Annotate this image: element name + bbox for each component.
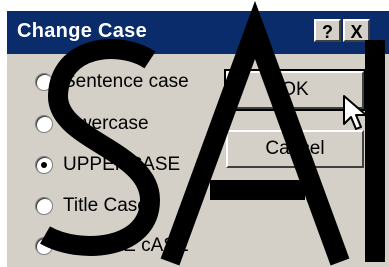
- dialog-title: Change Case: [17, 20, 148, 42]
- radio-toggle-case[interactable]: [35, 237, 53, 255]
- option-label: lowercase: [63, 113, 149, 134]
- dialog-body: Sentence case lowercase UPPERCASE Title …: [7, 54, 389, 267]
- option-label: tOGGLE cASE: [63, 235, 189, 256]
- mouse-pointer-icon: [343, 95, 367, 130]
- help-button[interactable]: ?: [314, 19, 341, 42]
- option-uppercase[interactable]: UPPERCASE: [35, 151, 180, 179]
- option-lowercase[interactable]: lowercase: [35, 110, 149, 138]
- cancel-button[interactable]: Cancel: [226, 130, 364, 168]
- radio-uppercase[interactable]: [35, 156, 53, 174]
- close-button[interactable]: X: [343, 19, 370, 42]
- radio-sentence-case[interactable]: [35, 73, 53, 91]
- option-label: Sentence case: [63, 71, 189, 92]
- radio-lowercase[interactable]: [35, 115, 53, 133]
- option-label: Title Case: [63, 195, 148, 216]
- option-label: UPPERCASE: [63, 154, 181, 175]
- option-toggle-case[interactable]: tOGGLE cASE: [35, 232, 189, 260]
- option-title-case[interactable]: Title Case: [35, 192, 148, 220]
- radio-title-case[interactable]: [35, 197, 53, 215]
- option-sentence-case[interactable]: Sentence case: [35, 68, 189, 96]
- dialog-title-bar[interactable]: Change Case ? X: [7, 11, 389, 54]
